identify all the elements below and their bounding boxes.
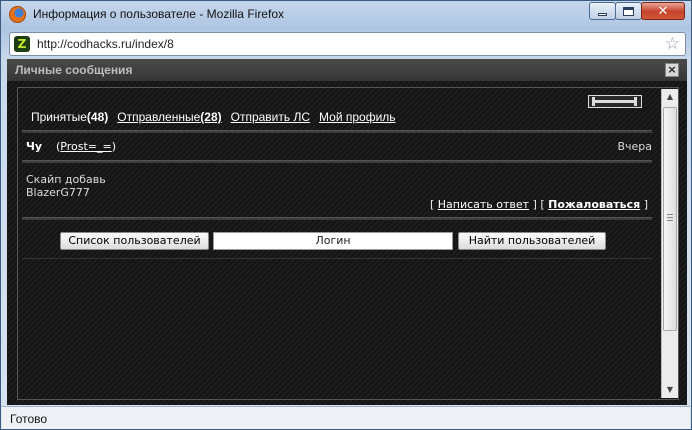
tab-send-message[interactable]: Отправить ЛС [231,110,310,124]
message-tabs: Принятые(48) Отправленные(28) Отправить … [31,110,396,124]
scroll-down-icon[interactable]: ▼ [662,382,678,398]
vertical-scrollbar[interactable]: ▲ ▼ [661,89,678,398]
message-sender: Чу [26,140,43,153]
reply-link[interactable]: Написать ответ [438,198,529,211]
message-from: (Prost=_=) [56,140,117,153]
divider [22,130,652,133]
grip-icon [667,214,673,221]
tab-my-profile[interactable]: Мой профиль [319,110,396,124]
firefox-icon [9,6,26,23]
minimize-button[interactable] [589,2,616,20]
close-window-button[interactable]: ✕ [641,2,685,20]
tab-sent[interactable]: Отправленные(28) [117,110,221,124]
scroll-up-icon[interactable]: ▲ [662,89,678,105]
scroll-thumb[interactable] [663,107,677,331]
user-list-button[interactable]: Список пользователей [60,232,209,250]
status-bar: Готово [2,406,690,429]
resize-slider-icon[interactable] [588,95,642,108]
dialog-close-button[interactable]: × [665,63,679,77]
complain-link[interactable]: Пожаловаться [548,198,640,211]
tab-inbox[interactable]: Принятые(48) [31,110,108,124]
messages-panel: Принятые(48) Отправленные(28) Отправить … [22,90,652,396]
message-actions: [ Написать ответ ] [ Пожаловаться ] [429,198,648,211]
divider [22,258,652,259]
messages-frame: Принятые(48) Отправленные(28) Отправить … [17,87,679,400]
divider [22,160,652,163]
maximize-button[interactable] [615,2,642,20]
login-input[interactable]: Логин [213,232,453,250]
message-body: Скайп добавь BlazerG777 [26,173,106,199]
dialog-title: Личные сообщения [15,63,133,77]
message-date: Вчера [617,140,652,153]
dialog-header: Личные сообщения × [7,59,687,81]
title-bar: Информация о пользователе - Mozilla Fire… [1,1,691,29]
message-body-line: BlazerG777 [26,186,90,199]
maximize-icon [623,6,634,16]
page-content: Личные сообщения × Принятые(48) Отправле… [7,59,687,405]
from-user-link[interactable]: Prost=_= [60,140,111,153]
message-body-line: Скайп добавь [26,173,106,186]
status-text: Готово [10,412,48,426]
close-icon: ✕ [657,3,669,19]
window-title: Информация о пользователе - Mozilla Fire… [33,7,284,21]
minimize-icon [598,13,607,16]
find-users-button[interactable]: Найти пользователей [458,232,606,250]
star-icon[interactable]: ☆ [665,34,680,54]
address-bar[interactable]: Z http://codhacks.ru/index/8 ☆ [9,32,686,56]
divider [22,217,652,220]
site-favicon-icon: Z [14,36,30,52]
browser-window: Информация о пользователе - Mozilla Fire… [0,0,692,430]
url-field[interactable]: http://codhacks.ru/index/8 [37,37,174,51]
